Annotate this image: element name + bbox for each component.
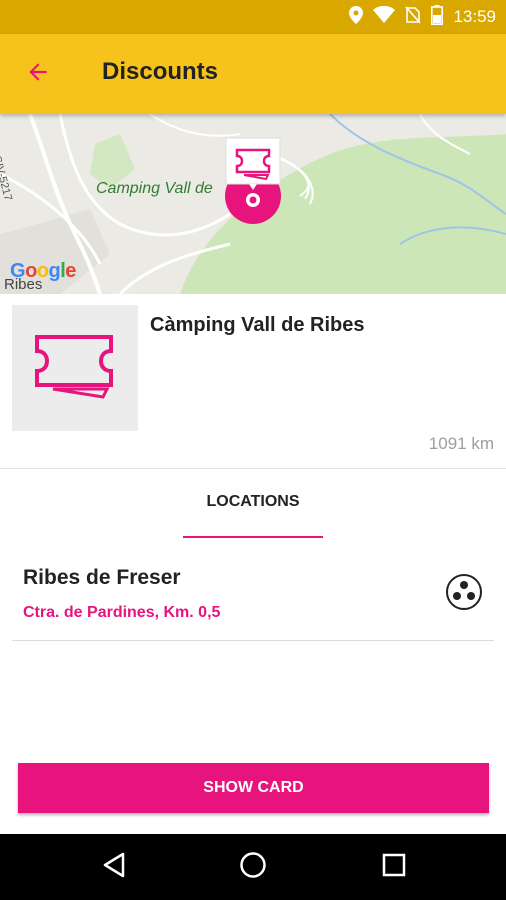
ticket-icon: [33, 331, 117, 406]
tab-locations[interactable]: LOCATIONS: [183, 468, 323, 538]
map-marker[interactable]: [224, 136, 282, 226]
distance-label: 1091 km: [428, 434, 494, 453]
no-sim-icon: [405, 5, 422, 29]
map-view[interactable]: GIV-5217 Camping Vall de Ribes Google: [0, 114, 506, 294]
battery-icon: [431, 4, 444, 30]
location-map-button[interactable]: [444, 573, 484, 616]
list-item[interactable]: Ribes de Freser Ctra. de Pardines, Km. 0…: [12, 552, 494, 641]
discount-detail: Càmping Vall de Ribes 1091 km: [0, 294, 506, 469]
square-recents-icon: [382, 853, 406, 882]
wifi-icon: [373, 5, 396, 28]
tab-bar: LOCATIONS: [0, 468, 506, 538]
page-title: Discounts: [102, 58, 219, 85]
google-logo: Google: [10, 260, 76, 282]
status-icons: 13:59: [349, 0, 496, 34]
app-bar: Discounts: [0, 34, 506, 114]
location-icon: [349, 5, 364, 29]
back-button[interactable]: [18, 54, 58, 94]
location-address: Ctra. de Pardines, Km. 0,5: [23, 604, 221, 621]
nav-recents-button[interactable]: [374, 847, 414, 887]
navigation-bar: [0, 834, 506, 900]
show-card-button[interactable]: SHOW CARD: [18, 763, 489, 813]
arrow-back-icon: [25, 59, 51, 90]
status-time: 13:59: [453, 7, 496, 26]
triangle-back-icon: [102, 852, 126, 883]
map-place-label: Camping Vall de: [96, 180, 213, 197]
nav-home-button[interactable]: [233, 847, 273, 887]
nav-back-button[interactable]: [94, 847, 134, 887]
discount-thumbnail: [12, 305, 138, 431]
circle-home-icon: [239, 851, 267, 884]
location-name: Ribes de Freser: [23, 566, 181, 589]
map-dots-icon: [445, 573, 483, 616]
status-bar: 13:59: [0, 0, 506, 34]
place-name: Càmping Vall de Ribes: [150, 314, 365, 336]
